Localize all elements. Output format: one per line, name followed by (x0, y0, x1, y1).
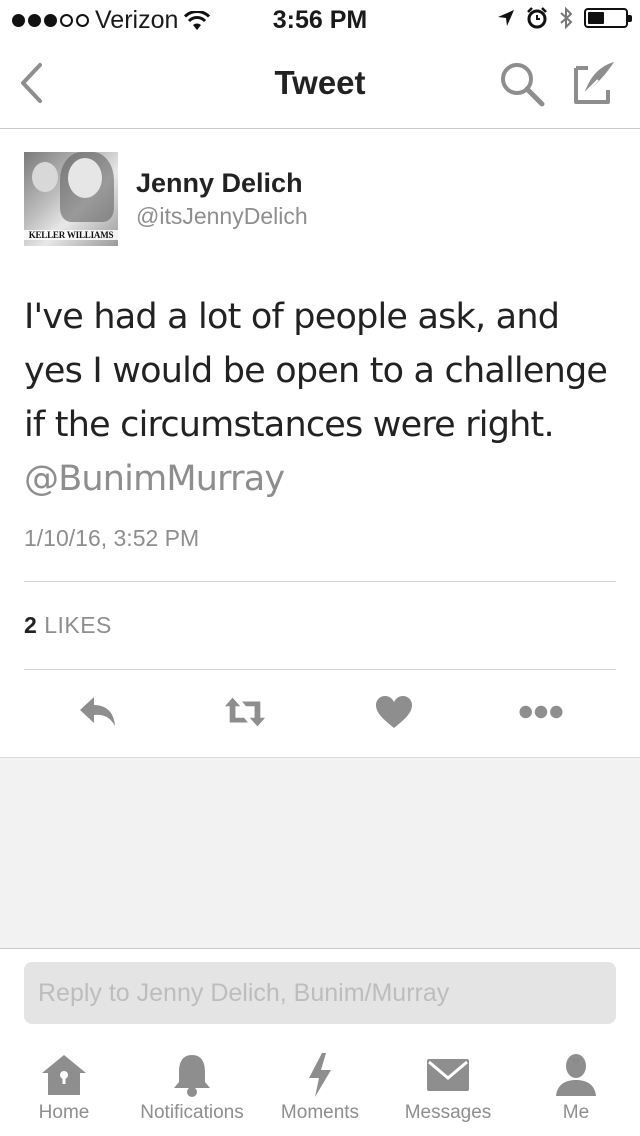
tab-home[interactable]: Home (0, 1050, 128, 1136)
more-icon (519, 705, 563, 719)
tweet-timestamp: 1/10/16, 3:52 PM (24, 525, 200, 551)
person-icon (556, 1054, 596, 1096)
tweet-body: I've had a lot of people ask, and yes I … (24, 297, 608, 445)
likes-number: 2 (24, 612, 38, 638)
author-handle[interactable]: @itsJennyDelich (136, 203, 308, 230)
alarm-icon (527, 7, 547, 29)
compose-feather-icon (574, 62, 614, 104)
tab-me[interactable]: Me (512, 1050, 640, 1136)
tab-notifications[interactable]: Notifications (128, 1050, 256, 1136)
author-avatar[interactable]: KELLER WILLIAMS (24, 152, 118, 246)
tweet-text: I've had a lot of people ask, and yes I … (24, 290, 620, 506)
retweet-button[interactable] (223, 690, 267, 734)
heart-icon (376, 696, 412, 728)
likes-count[interactable]: 2 LIKES (24, 612, 112, 639)
divider (24, 581, 616, 582)
tab-moments-label: Moments (280, 1102, 360, 1123)
status-bar: Verizon 3:56 PM (0, 0, 640, 40)
likes-label: LIKES (44, 612, 112, 638)
more-button[interactable] (519, 690, 563, 734)
replies-area (0, 757, 640, 949)
avatar-brand-logo: KELLER WILLIAMS (24, 230, 118, 240)
navigation-bar: Tweet (0, 40, 640, 129)
divider (24, 669, 616, 670)
reply-button[interactable] (76, 690, 120, 734)
location-arrow-icon (498, 10, 514, 26)
tab-home-label: Home (38, 1102, 90, 1123)
search-icon (501, 63, 545, 107)
tab-notifications-label: Notifications (140, 1102, 244, 1123)
reply-input[interactable] (24, 962, 616, 1024)
mention-link[interactable]: @BunimMurray (24, 459, 285, 499)
tab-messages[interactable]: Messages (384, 1050, 512, 1136)
compose-tweet-button[interactable] (570, 58, 620, 108)
author-name[interactable]: Jenny Delich (136, 168, 303, 199)
status-right-icons (496, 6, 632, 30)
tab-me-label: Me (562, 1102, 590, 1123)
home-icon (42, 1055, 86, 1095)
battery-icon (584, 8, 632, 28)
bell-icon (174, 1055, 210, 1097)
reply-icon (80, 697, 115, 726)
tab-messages-label: Messages (404, 1102, 492, 1123)
bluetooth-icon (560, 6, 573, 30)
retweet-icon (224, 697, 266, 727)
search-button[interactable] (498, 60, 546, 108)
envelope-icon (427, 1059, 469, 1091)
lightning-bolt-icon (309, 1053, 331, 1097)
tab-moments[interactable]: Moments (256, 1050, 384, 1136)
like-button[interactable] (372, 690, 416, 734)
